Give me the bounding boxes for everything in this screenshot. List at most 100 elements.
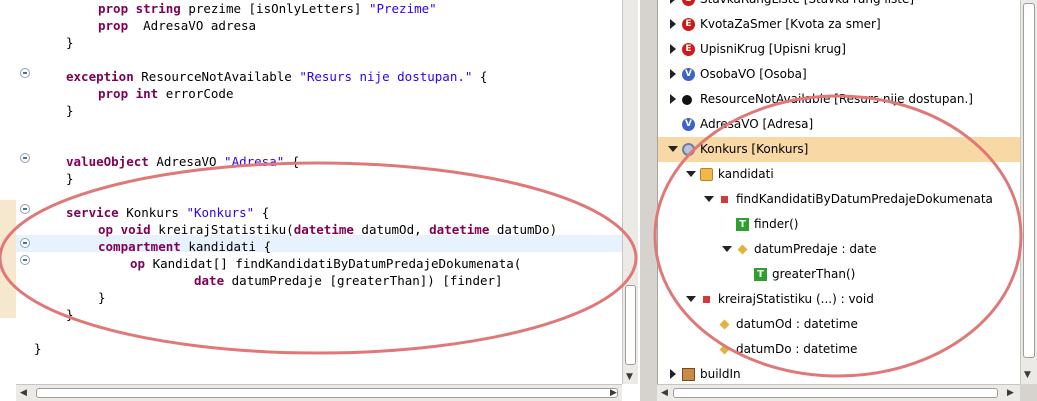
code-text: datumDo): [496, 222, 558, 237]
tag-icon: T: [754, 268, 767, 281]
code-text: {: [472, 69, 488, 84]
entity-icon: E: [682, 18, 695, 31]
outline-tree[interactable]: E StavkaRangListe [Stavka rang liste] E Kvo…: [657, 0, 1020, 384]
fold-toggle-icon[interactable]: [20, 204, 30, 214]
tree-item[interactable]: V OsobaVO [Osoba]: [658, 62, 1020, 87]
tree-item-label: StavkaRangListe [Stavka rang liste]: [700, 0, 914, 12]
tree-item[interactable]: kreirajStatistiku (...) : void: [658, 287, 1020, 312]
expand-closed-icon[interactable]: [670, 0, 676, 4]
expand-open-icon[interactable]: [686, 296, 696, 302]
tree-item[interactable]: E UpisniKrug [Upisni krug]: [658, 37, 1020, 62]
scroll-thumb[interactable]: [1023, 3, 1035, 358]
tree-item[interactable]: buildIn: [658, 362, 1020, 384]
tree-item[interactable]: E StavkaRangListe [Stavka rang liste]: [658, 0, 1020, 12]
scroll-left-arrow-icon[interactable]: ◀: [20, 388, 27, 398]
code-line[interactable]: valueObject AdresaVO "Adresa" {: [66, 153, 299, 170]
code-string: "Resurs nije dostupan.": [299, 69, 473, 84]
parameter-icon: [737, 244, 748, 255]
code-text: }: [34, 341, 42, 356]
entity-icon: E: [682, 43, 695, 56]
fold-toggle-icon[interactable]: [20, 68, 30, 78]
fold-toggle-icon[interactable]: [20, 255, 30, 265]
expand-closed-icon[interactable]: [670, 44, 676, 54]
code-keyword: exception: [66, 69, 142, 84]
value-object-icon: V: [682, 68, 695, 81]
tree-item-label: ResourceNotAvailable [Resurs nije dostup…: [700, 92, 973, 106]
tree-item-label: Konkurs [Konkurs]: [700, 142, 809, 156]
code-text: Kandidat[] findKandidatiByDatumPredajeDo…: [152, 256, 522, 271]
code-keyword: op void: [98, 222, 159, 237]
change-ruler: [0, 200, 16, 318]
code-keyword: date: [194, 273, 232, 288]
code-line[interactable]: prop AdresaVO adresa: [98, 17, 256, 34]
tree-item[interactable]: datumPredaje : date: [658, 237, 1020, 262]
code-line[interactable]: exception ResourceNotAvailable "Resurs n…: [66, 68, 487, 85]
fold-toggle-icon[interactable]: [20, 238, 30, 248]
expand-open-icon[interactable]: [722, 246, 732, 252]
code-line[interactable]: }: [34, 340, 42, 357]
code-line[interactable]: op void kreirajStatistiku(datetime datum…: [98, 221, 557, 238]
code-text[interactable]: prop string prezime [isOnlyLetters] "Pre…: [34, 0, 622, 384]
code-line[interactable]: }: [66, 34, 74, 51]
code-line[interactable]: prop int errorCode: [98, 85, 233, 102]
fold-toggle-icon[interactable]: [20, 153, 30, 163]
tree-item[interactable]: TgreaterThan(): [658, 262, 1020, 287]
tree-item-label: kandidati: [718, 167, 774, 181]
code-line[interactable]: op Kandidat[] findKandidatiByDatumPredaj…: [130, 255, 521, 272]
tree-item-label: findKandidatiByDatumPredajeDokumenata: [736, 192, 993, 206]
entity-icon: E: [682, 0, 695, 6]
code-line[interactable]: }: [66, 102, 74, 119]
tree-item[interactable]: kandidati: [658, 162, 1020, 187]
expand-open-icon[interactable]: [668, 146, 678, 152]
scroll-left-arrow-icon[interactable]: ◀: [661, 388, 668, 398]
tree-item[interactable]: ResourceNotAvailable [Resurs nije dostup…: [658, 87, 1020, 112]
expand-closed-icon[interactable]: [670, 19, 676, 29]
scroll-thumb[interactable]: [625, 285, 636, 365]
code-text: {: [284, 154, 300, 169]
expand-closed-icon[interactable]: [670, 94, 676, 104]
code-line[interactable]: }: [98, 289, 106, 306]
scroll-down-arrow-icon[interactable]: ▼: [626, 372, 633, 382]
code-text: kreirajStatistiku(: [158, 222, 294, 237]
code-keyword: compartment: [98, 239, 189, 254]
code-keyword: service: [66, 205, 127, 220]
tree-item-label: datumDo : datetime: [736, 342, 858, 356]
tree-item[interactable]: Konkurs [Konkurs]: [658, 137, 1020, 162]
tree-item[interactable]: datumDo : datetime: [658, 337, 1020, 362]
editor-horizontal-scrollbar[interactable]: ◀ ▶: [16, 384, 622, 401]
tree-item[interactable]: datumOd : datetime: [658, 312, 1020, 337]
scroll-down-arrow-icon[interactable]: ▼: [1024, 370, 1031, 380]
pane-divider[interactable]: [640, 0, 657, 401]
code-keyword: datetime: [293, 222, 362, 237]
code-text: }: [66, 307, 74, 322]
code-line[interactable]: prop string prezime [isOnlyLetters] "Pre…: [98, 0, 437, 17]
tree-item-label: datumPredaje : date: [754, 242, 877, 256]
code-line[interactable]: }: [66, 170, 74, 187]
code-line[interactable]: compartment kandidati {: [98, 238, 271, 255]
code-text: {: [254, 205, 270, 220]
code-text: }: [66, 35, 74, 50]
expand-open-icon[interactable]: [686, 171, 696, 177]
tree-item-label: greaterThan(): [772, 267, 856, 281]
expand-closed-icon[interactable]: [670, 369, 676, 379]
expand-closed-icon[interactable]: [670, 69, 676, 79]
scroll-right-arrow-icon[interactable]: ▶: [610, 388, 617, 398]
code-string: "Prezime": [368, 1, 437, 16]
code-line[interactable]: }: [66, 306, 74, 323]
tree-item[interactable]: V AdresaVO [Adresa]: [658, 112, 1020, 137]
scroll-thumb[interactable]: [673, 388, 998, 398]
code-editor[interactable]: prop string prezime [isOnlyLetters] "Pre…: [0, 0, 640, 401]
code-line[interactable]: service Konkurs "Konkurs" {: [66, 204, 269, 221]
tree-item[interactable]: findKandidatiByDatumPredajeDokumenata: [658, 187, 1020, 212]
code-text: Konkurs: [126, 205, 187, 220]
scroll-right-arrow-icon[interactable]: ▶: [1007, 388, 1014, 398]
tree-vertical-scrollbar[interactable]: ▼: [1020, 0, 1037, 384]
scroll-thumb[interactable]: [36, 388, 618, 398]
tree-horizontal-scrollbar[interactable]: ◀ ▶: [657, 384, 1020, 401]
expand-open-icon[interactable]: [704, 196, 714, 202]
tree-item-label: datumOd : datetime: [736, 317, 858, 331]
editor-vertical-scrollbar[interactable]: ▼: [622, 0, 638, 384]
code-line[interactable]: date datumPredaje [greaterThan]) [finder…: [194, 272, 503, 289]
tree-item[interactable]: Tfinder(): [658, 212, 1020, 237]
tree-item[interactable]: E KvotaZaSmer [Kvota za smer]: [658, 12, 1020, 37]
